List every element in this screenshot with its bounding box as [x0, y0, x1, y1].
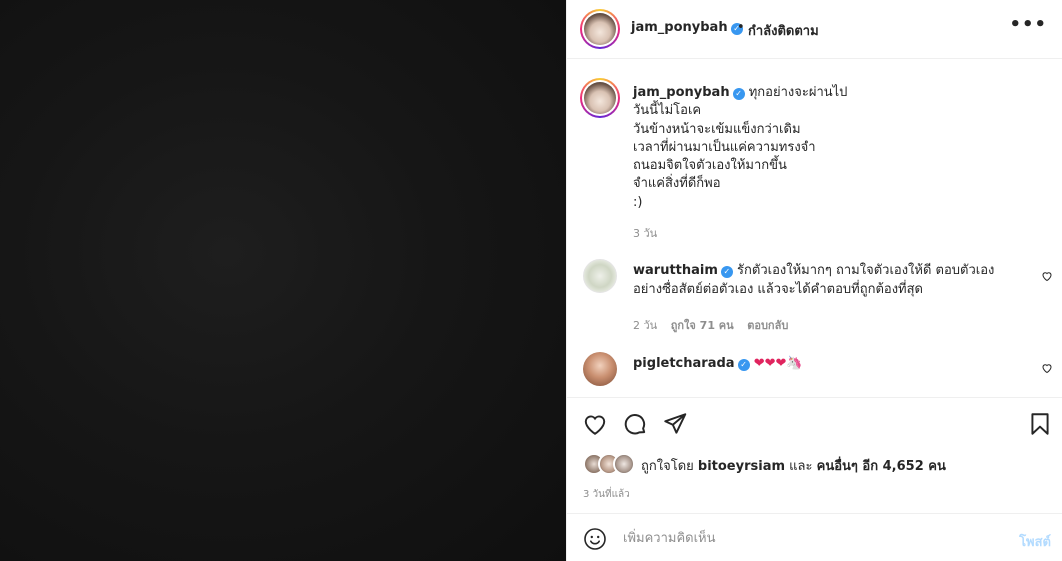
caption-line: วันข้างหน้าจะเข้มแข็งกว่าเดิม	[633, 121, 801, 137]
emoji-smiley-icon[interactable]	[583, 527, 607, 551]
author-username[interactable]: jam_ponybah ✓	[631, 20, 743, 35]
post-time-ago[interactable]: 3 วันที่แล้ว	[583, 487, 630, 502]
add-comment-bar: โพสต์	[567, 513, 1062, 561]
caption-author-avatar[interactable]	[580, 78, 620, 118]
liker-avatars[interactable]	[583, 453, 639, 475]
commenter-avatar[interactable]	[583, 259, 617, 293]
caption-timestamp[interactable]: 3 วัน	[633, 224, 657, 242]
more-options-icon[interactable]: •••	[1009, 14, 1047, 35]
comment-likes-count[interactable]: ถูกใจ 71 คน	[671, 319, 734, 332]
post-caption: jam_ponybah ✓ ทุกอย่างจะผ่านไป วันนี้ไม่โ…	[633, 84, 1033, 212]
caption-line: ถนอมจิตใจตัวเองให้มากขึ้น	[633, 158, 787, 174]
comment-bubble-icon[interactable]	[622, 411, 648, 437]
likes-and: และ	[789, 459, 813, 474]
following-button[interactable]: กำลังติดตาม	[748, 20, 819, 41]
commenter-avatar[interactable]	[583, 352, 617, 386]
caption-line: เวลาที่ผ่านมาเป็นแค่ความทรงจำ	[633, 139, 816, 155]
comment-like-heart-icon[interactable]	[1041, 270, 1053, 282]
caption-line: จำแค่สิ่งที่ดีก็พอ	[633, 176, 721, 192]
caption-username[interactable]: jam_ponybah	[633, 85, 730, 100]
likes-summary: ถูกใจโดย bitoeyrsiam และ คนอื่นๆ อีก 4,6…	[641, 455, 946, 476]
comment-timestamp[interactable]: 2 วัน	[633, 319, 657, 332]
post-header: jam_ponybah ✓ • กำลังติดตาม •••	[567, 0, 1062, 59]
commenter-username[interactable]: pigletcharada	[633, 356, 735, 371]
comment-text: warutthaim ✓ รักตัวเองให้มากๆ ถามใจตัวเอง…	[633, 262, 1023, 299]
post-side-panel: jam_ponybah ✓ • กำลังติดตาม ••• jam_ponyb…	[566, 0, 1062, 561]
caption-line: ทุกอย่างจะผ่านไป	[748, 85, 848, 100]
comments-list[interactable]: jam_ponybah ✓ ทุกอย่างจะผ่านไป วันนี้ไม่โ…	[567, 59, 1062, 397]
comment-input[interactable]	[623, 524, 993, 552]
reply-button[interactable]: ตอบกลับ	[747, 319, 788, 332]
verified-badge-icon: ✓	[720, 266, 733, 278]
comment-meta: 2 วัน ถูกใจ 71 คน ตอบกลับ	[633, 316, 798, 334]
post-actions: ถูกใจโดย bitoeyrsiam และ คนอื่นๆ อีก 4,6…	[567, 397, 1062, 513]
post-media[interactable]	[0, 0, 566, 561]
verified-badge-icon: ✓	[732, 88, 745, 100]
share-paper-plane-icon[interactable]	[662, 411, 688, 437]
likes-prefix: ถูกใจโดย	[641, 459, 694, 474]
liked-by-username[interactable]: bitoeyrsiam	[698, 459, 785, 474]
caption-line: :)	[633, 194, 643, 210]
likes-others-count[interactable]: คนอื่นๆ อีก 4,652 คน	[817, 459, 946, 474]
author-avatar[interactable]	[580, 9, 620, 49]
liker-avatar	[613, 453, 635, 475]
save-bookmark-icon[interactable]	[1027, 411, 1053, 437]
caption-line: วันนี้ไม่โอเค	[633, 103, 702, 119]
commenter-username[interactable]: warutthaim	[633, 263, 718, 278]
separator-dot: •	[737, 20, 745, 35]
like-heart-icon[interactable]	[582, 411, 608, 437]
verified-badge-icon: ✓	[737, 359, 750, 371]
comment-body: ❤❤❤🦄	[753, 356, 803, 371]
comment-like-heart-icon[interactable]	[1041, 362, 1053, 374]
comment-text: pigletcharada ✓ ❤❤❤🦄	[633, 355, 1023, 374]
post-comment-button[interactable]: โพสต์	[1019, 531, 1051, 552]
